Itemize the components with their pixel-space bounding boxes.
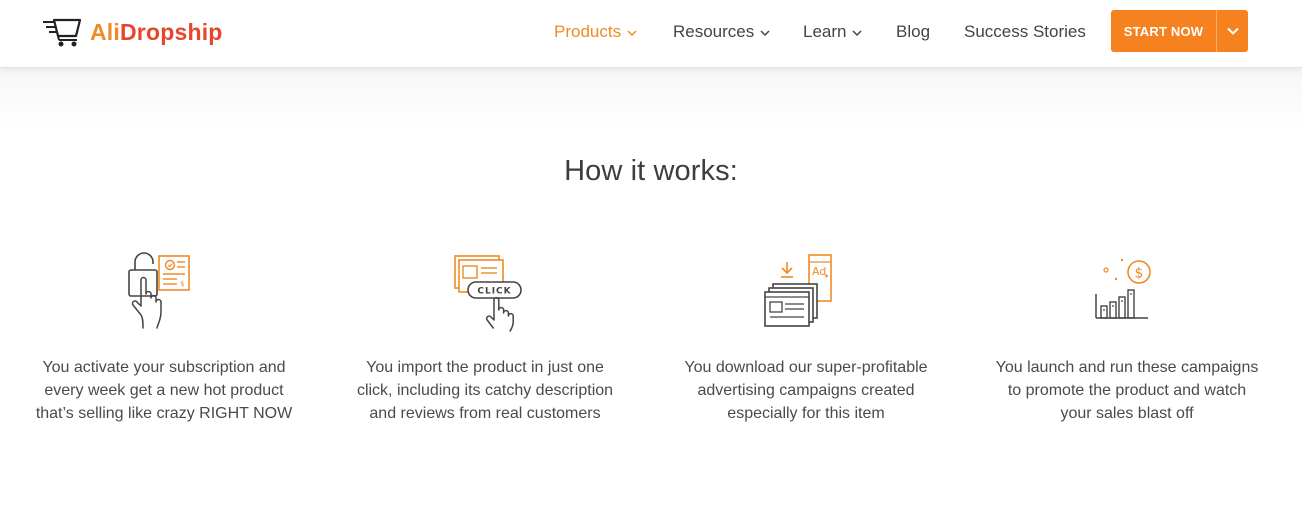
step-card: $ You launch and run these campaigns to …: [992, 250, 1262, 422]
nav-item-learn[interactable]: Learn: [803, 20, 863, 44]
click-import-icon: CLICK: [454, 255, 522, 332]
chevron-down-icon: [627, 29, 637, 36]
chevron-down-icon: [1226, 27, 1239, 35]
brand-name: AliDropship: [90, 18, 223, 45]
chevron-down-icon: [760, 29, 770, 36]
start-now-button[interactable]: START NOW: [1111, 10, 1248, 52]
step-description: You download our super-profitable advert…: [684, 359, 928, 422]
brand-name-part2: Dropship: [120, 18, 223, 45]
nav-item-label: Success Stories: [964, 22, 1086, 41]
brand-logo[interactable]: AliDropship: [42, 15, 223, 49]
svg-text:Ad: Ad: [812, 265, 826, 278]
nav-item-resources[interactable]: Resources: [673, 20, 770, 44]
step-description: You import the product in just one click…: [356, 359, 614, 422]
cart-logo-icon: [43, 18, 82, 47]
sales-growth-icon: $: [1095, 258, 1151, 319]
nav-item-products[interactable]: Products: [554, 20, 637, 44]
unlock-hand-icon: $: [128, 252, 190, 329]
nav-item-blog[interactable]: Blog: [896, 20, 930, 44]
nav-item-label: Learn: [803, 22, 847, 41]
start-now-label: START NOW: [1111, 10, 1217, 52]
nav-item-success-stories[interactable]: Success Stories: [964, 20, 1086, 44]
step-description: You activate your subscription and every…: [35, 359, 293, 422]
step-card: Ad You download our super-profitable adv…: [671, 250, 941, 422]
nav-item-label: Resources: [673, 22, 755, 41]
site-header: AliDropship Products Resources Learn Blo…: [0, 0, 1302, 68]
nav-item-label: Blog: [896, 22, 931, 41]
section-heading: How it works:: [564, 155, 738, 187]
svg-text:$: $: [180, 280, 184, 288]
svg-text:$: $: [1135, 266, 1144, 282]
step-description: You launch and run these campaigns to pr…: [995, 359, 1259, 422]
chevron-down-icon: [852, 29, 863, 36]
ad-download-icon: Ad: [764, 254, 832, 327]
brand-name-part1: Ali: [90, 18, 120, 45]
svg-text:CLICK: CLICK: [477, 287, 511, 297]
step-card: CLICK You import the product in just one…: [350, 250, 620, 422]
step-card: $ You activate your subscription and eve…: [29, 250, 299, 422]
nav-item-label: Products: [554, 22, 622, 41]
start-now-dropdown[interactable]: [1217, 10, 1248, 52]
